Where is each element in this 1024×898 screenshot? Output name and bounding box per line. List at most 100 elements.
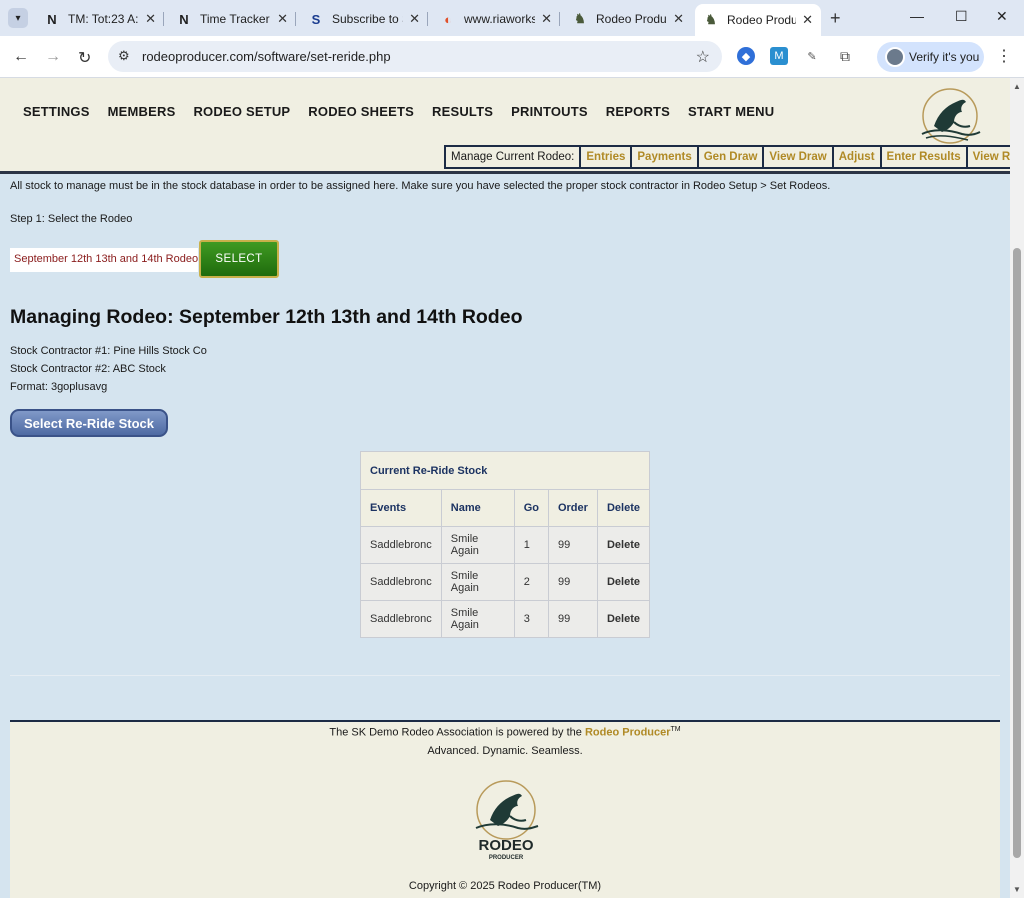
table-row: Saddlebronc Smile Again 3 99 Delete (360, 600, 651, 638)
reload-icon[interactable]: ↻ (78, 48, 91, 68)
nav-rodeo-sheets[interactable]: RODEO SHEETS (308, 104, 414, 119)
minimize-icon[interactable]: — (910, 8, 924, 24)
back-icon[interactable]: ← (13, 48, 29, 66)
delete-link[interactable]: Delete (596, 563, 651, 601)
nav-printouts[interactable]: PRINTOUTS (511, 104, 588, 119)
tab-title: www.riaworks (464, 12, 536, 26)
tab-title: Time Tracker (200, 12, 270, 26)
column-header-name: Name (440, 489, 515, 527)
extension-m-icon[interactable]: M (770, 47, 788, 65)
close-icon[interactable]: ✕ (277, 11, 288, 27)
cell-event: Saddlebronc (360, 526, 442, 564)
rodeo-icon: ♞ (705, 12, 717, 27)
cell-name: Smile Again (440, 526, 515, 564)
reride-stock-table: Current Re-Ride Stock Events Name Go Ord… (360, 451, 651, 638)
close-icon[interactable]: ✕ (802, 12, 813, 28)
subnav-view-results[interactable]: View Results (968, 147, 1010, 167)
nav-start-menu[interactable]: START MENU (688, 104, 774, 119)
tagline: Advanced. Dynamic. Seamless. (427, 745, 583, 757)
address-bar[interactable]: ⚙ rodeoproducer.com/software/set-reride.… (108, 41, 722, 72)
cell-order: 99 (547, 526, 598, 564)
subnav-label: Manage Current Rodeo: (446, 147, 582, 167)
url-text[interactable]: rodeoproducer.com/software/set-reride.ph… (142, 49, 391, 64)
copyright: Copyright © 2025 Rodeo Producer(TM) (408, 880, 602, 892)
avatar (885, 47, 905, 67)
browser-tab[interactable]: S Subscribe to S ✕ (300, 6, 428, 32)
close-icon[interactable]: ✕ (145, 11, 156, 27)
browser-menu-icon[interactable]: ⋮ (996, 46, 1012, 66)
cell-go: 1 (513, 526, 549, 564)
extensions-puzzle-icon[interactable]: ⧉ (836, 47, 854, 65)
main-nav: SETTINGS MEMBERS RODEO SETUP RODEO SHEET… (23, 104, 774, 119)
subnav-enter-results[interactable]: Enter Results (882, 147, 968, 167)
forward-icon[interactable]: → (45, 48, 61, 66)
subnav-entries[interactable]: Entries (581, 147, 633, 167)
extension-tag-icon[interactable]: ◆ (737, 47, 755, 65)
browser-tabstrip: ▾ N TM: Tot:23 A:2 ✕ N Time Tracker ✕ S … (0, 0, 1024, 36)
window-close-icon[interactable]: ✕ (996, 8, 1008, 25)
tab-search-button[interactable]: ▾ (8, 8, 28, 28)
cell-go: 3 (513, 600, 549, 638)
tab-title: Rodeo Produc (596, 12, 668, 26)
browser-tab[interactable]: ♞ Rodeo Produc ✕ (564, 6, 692, 32)
subnav-adjust[interactable]: Adjust (834, 147, 882, 167)
browser-tab-active[interactable]: ♞ Rodeo Produc ✕ (695, 4, 821, 36)
extension-reader-icon[interactable]: ✎ (803, 47, 821, 65)
site-header: SETTINGS MEMBERS RODEO SETUP RODEO SHEET… (0, 78, 1010, 174)
tab-title: Rodeo Produc (727, 13, 797, 27)
nav-reports[interactable]: REPORTS (606, 104, 670, 119)
profile-verify-button[interactable]: Verify it's you (877, 42, 984, 72)
tab-title: TM: Tot:23 A:2 (68, 12, 140, 26)
cell-go: 2 (513, 563, 549, 601)
page-scrollbar[interactable]: ▲ ▼ (1010, 78, 1024, 898)
subnav-view-draw[interactable]: View Draw (764, 147, 834, 167)
logo-subtext: PRODUCER (489, 855, 524, 861)
trademark: TM (670, 726, 681, 733)
close-icon[interactable]: ✕ (673, 11, 684, 27)
cell-event: Saddlebronc (360, 600, 442, 638)
table-caption: Current Re-Ride Stock (360, 451, 650, 490)
new-tab-icon[interactable]: + (830, 8, 841, 29)
rodeo-producer-logo[interactable] (912, 86, 988, 146)
delete-link[interactable]: Delete (596, 526, 651, 564)
scroll-down-icon[interactable]: ▼ (1013, 885, 1021, 894)
column-header-delete: Delete (596, 489, 651, 527)
cell-name: Smile Again (440, 563, 515, 601)
nav-members[interactable]: MEMBERS (108, 104, 176, 119)
subnav-gen-draw[interactable]: Gen Draw (699, 147, 765, 167)
close-icon[interactable]: ✕ (541, 11, 552, 27)
browser-toolbar: ← → ↻ ⚙ rodeoproducer.com/software/set-r… (0, 36, 1024, 78)
notion-icon: N (179, 11, 189, 27)
rodeo-icon: ♞ (574, 11, 586, 26)
bookmark-star-icon[interactable]: ☆ (696, 47, 710, 67)
verify-label: Verify it's you (909, 50, 980, 64)
manage-rodeo-subnav: Manage Current Rodeo: Entries Payments G… (444, 145, 1010, 169)
browser-tab[interactable]: ◐ www.riaworks ✕ (432, 6, 560, 32)
select-reride-stock-button[interactable]: Select Re-Ride Stock (10, 409, 168, 437)
cell-order: 99 (547, 600, 598, 638)
select-button[interactable]: SELECT (199, 240, 279, 278)
powered-by-text: The SK Demo Rodeo Association is powered… (329, 726, 585, 739)
delete-link[interactable]: Delete (596, 600, 651, 638)
browser-tab[interactable]: N TM: Tot:23 A:2 ✕ (36, 6, 164, 32)
subnav-payments[interactable]: Payments (632, 147, 699, 167)
rodeo-select[interactable]: September 12th 13th and 14th Rodeo (10, 248, 198, 272)
scrollbar-thumb[interactable] (1013, 248, 1021, 858)
column-header-events: Events (360, 489, 442, 527)
close-icon[interactable]: ✕ (409, 11, 420, 27)
browser-tab[interactable]: N Time Tracker ✕ (168, 6, 296, 32)
nav-results[interactable]: RESULTS (432, 104, 493, 119)
site-info-icon[interactable]: ⚙ (118, 48, 130, 64)
column-header-go: Go (513, 489, 549, 527)
scroll-up-icon[interactable]: ▲ (1013, 82, 1021, 91)
nav-settings[interactable]: SETTINGS (23, 104, 90, 119)
maximize-icon[interactable]: ☐ (955, 8, 968, 25)
stock-notice: All stock to manage must be in the stock… (10, 180, 831, 192)
table-row: Saddlebronc Smile Again 2 99 Delete (360, 563, 651, 601)
page-viewport: SETTINGS MEMBERS RODEO SETUP RODEO SHEET… (0, 78, 1010, 898)
nav-rodeo-setup[interactable]: RODEO SETUP (193, 104, 290, 119)
page-title: Managing Rodeo: September 12th 13th and … (10, 306, 523, 328)
ria-icon: ◐ (444, 11, 452, 27)
notion-icon: N (47, 11, 57, 27)
rodeo-producer-link[interactable]: Rodeo Producer (585, 727, 671, 739)
